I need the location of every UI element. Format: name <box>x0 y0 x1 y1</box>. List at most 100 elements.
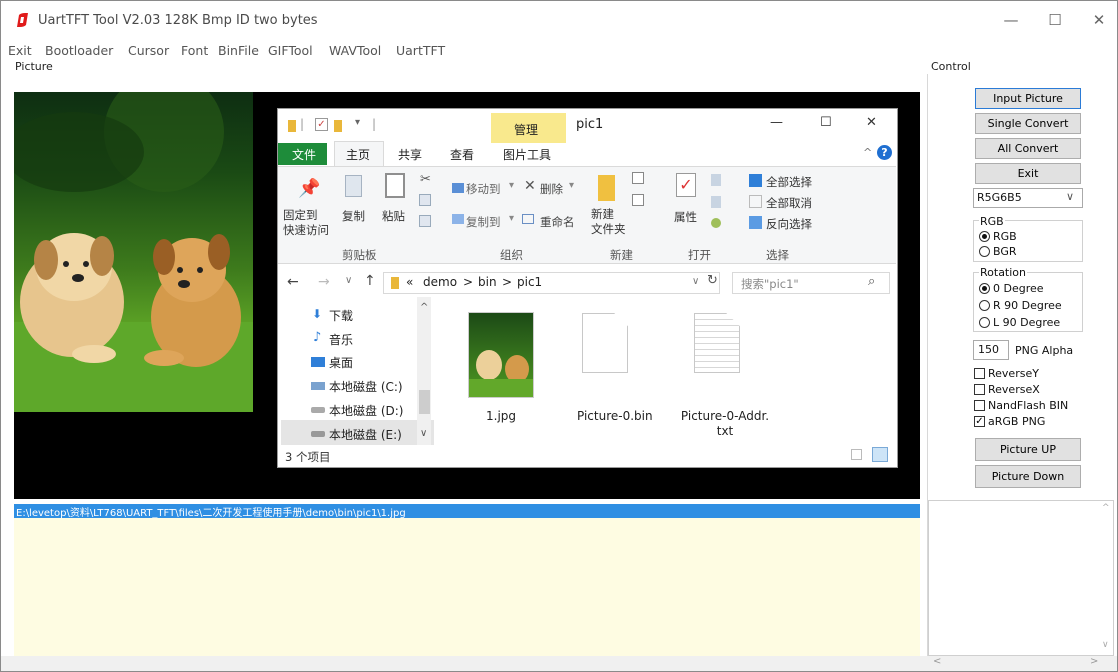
file-name-1jpg[interactable]: 1.jpg <box>486 409 516 423</box>
bgr-radio[interactable] <box>979 246 990 257</box>
chevron-down-icon[interactable]: ∨ <box>1066 190 1074 203</box>
nav-downloads[interactable]: 下载 <box>329 307 353 324</box>
scroll-left-icon[interactable]: < <box>933 656 941 667</box>
reverse-y-checkbox[interactable] <box>974 368 985 379</box>
nav-music[interactable]: 音乐 <box>329 331 353 348</box>
manage-context-tab[interactable]: 管理 <box>514 121 538 138</box>
delete-dropdown-icon[interactable]: ▾ <box>569 180 574 191</box>
rotation-0-label[interactable]: 0 Degree <box>993 282 1044 295</box>
single-convert-button[interactable]: Single Convert <box>975 113 1081 134</box>
address-demo[interactable]: demo <box>423 275 457 289</box>
text-file-icon[interactable] <box>694 313 740 373</box>
rotation-l90-radio[interactable] <box>979 317 990 328</box>
paste-shortcut-icon[interactable] <box>419 215 431 227</box>
menu-uarttft[interactable]: UartTFT <box>396 43 445 58</box>
explorer-minimize-button[interactable]: — <box>770 115 783 130</box>
properties-button[interactable]: 属性 <box>674 209 697 225</box>
copy-path-icon[interactable] <box>419 194 431 206</box>
tab-share[interactable]: 共享 <box>398 146 422 163</box>
menu-font[interactable]: Font <box>181 43 208 58</box>
copy-to-dropdown-icon[interactable]: ▾ <box>509 213 514 224</box>
forward-icon[interactable]: → <box>318 274 330 290</box>
edit-icon[interactable] <box>711 196 721 208</box>
menu-cursor[interactable]: Cursor <box>128 43 169 58</box>
menu-giftool[interactable]: GIFTool <box>268 43 313 58</box>
rotation-0-radio[interactable] <box>979 283 990 294</box>
nav-drive-d[interactable]: 本地磁盘 (D:) <box>329 402 403 419</box>
nav-drive-e[interactable]: 本地磁盘 (E:) <box>329 426 402 443</box>
copy-button[interactable]: 复制 <box>342 208 365 224</box>
picture-down-button[interactable]: Picture Down <box>975 465 1081 488</box>
move-to-dropdown-icon[interactable]: ▾ <box>509 180 514 191</box>
up-icon[interactable]: ↑ <box>364 273 376 289</box>
explorer-close-button[interactable]: ✕ <box>866 115 877 130</box>
scroll-up-icon[interactable]: ^ <box>420 302 428 313</box>
reverse-x-label[interactable]: ReverseX <box>988 383 1040 396</box>
output-scrollbar[interactable] <box>1100 502 1113 654</box>
reverse-x-checkbox[interactable] <box>974 384 985 395</box>
tab-file[interactable]: 文件 <box>292 146 316 163</box>
output-text-box[interactable] <box>928 500 1114 656</box>
jpg-thumbnail-icon[interactable] <box>468 312 534 398</box>
details-view-icon[interactable] <box>851 449 862 460</box>
search-icon[interactable]: ⌕ <box>868 274 875 289</box>
rgb-radio[interactable] <box>979 231 990 242</box>
select-none-button[interactable]: 全部取消 <box>766 195 812 211</box>
nav-scroll-thumb[interactable] <box>419 390 430 414</box>
address-dropdown-icon[interactable]: ∨ <box>692 276 699 287</box>
maximize-button[interactable]: ☐ <box>1040 6 1070 34</box>
menu-bootloader[interactable]: Bootloader <box>45 43 113 58</box>
scroll-down-icon[interactable]: ∨ <box>420 428 427 439</box>
output-scroll-up-icon[interactable]: ^ <box>1102 503 1110 513</box>
nav-drive-c[interactable]: 本地磁盘 (C:) <box>329 378 403 395</box>
address-bin[interactable]: bin <box>478 275 497 289</box>
explorer-maximize-button[interactable]: ☐ <box>820 115 832 130</box>
rotation-r90-label[interactable]: R 90 Degree <box>993 299 1062 312</box>
large-icons-view-icon[interactable] <box>872 447 888 462</box>
select-all-button[interactable]: 全部选择 <box>766 174 812 190</box>
nav-scrollbar[interactable] <box>417 297 431 445</box>
address-overflow[interactable]: « <box>406 275 413 289</box>
invert-selection-button[interactable]: 反向选择 <box>766 216 812 232</box>
tab-picture-tools[interactable]: 图片工具 <box>503 146 551 163</box>
new-folder-button[interactable]: 新建 文件夹 <box>591 207 626 237</box>
argb-png-label[interactable]: aRGB PNG <box>988 415 1045 428</box>
log-list[interactable] <box>14 518 920 656</box>
rgb-radio-label[interactable]: RGB <box>993 230 1017 243</box>
rotation-l90-label[interactable]: L 90 Degree <box>993 316 1060 329</box>
open-icon[interactable] <box>711 174 721 186</box>
close-button[interactable]: ✕ <box>1084 6 1114 34</box>
properties-quick-icon[interactable]: ✓ <box>315 118 328 131</box>
pin-quick-access-button[interactable]: 固定到 快速访问 <box>283 208 329 238</box>
exit-button[interactable]: Exit <box>975 163 1081 184</box>
file-name-txt[interactable]: Picture-0-Addr. txt <box>680 409 770 439</box>
menu-binfile[interactable]: BinFile <box>218 43 259 58</box>
minimize-button[interactable]: — <box>996 6 1026 34</box>
nav-desktop[interactable]: 桌面 <box>329 354 353 371</box>
new-folder-quick-icon[interactable] <box>334 120 342 132</box>
help-icon[interactable]: ? <box>877 145 892 160</box>
nandflash-bin-label[interactable]: NandFlash BIN <box>988 399 1068 412</box>
scroll-right-icon[interactable]: > <box>1090 656 1098 667</box>
bgr-radio-label[interactable]: BGR <box>993 245 1017 258</box>
file-name-bin[interactable]: Picture-0.bin <box>577 409 653 423</box>
output-scroll-down-icon[interactable]: ∨ <box>1102 640 1109 650</box>
refresh-icon[interactable]: ↻ <box>707 273 718 288</box>
input-picture-button[interactable]: Input Picture <box>975 88 1081 109</box>
rename-button[interactable]: 重命名 <box>540 214 575 230</box>
bottom-scrollbar[interactable] <box>1 656 1117 671</box>
picture-up-button[interactable]: Picture UP <box>975 438 1081 461</box>
back-icon[interactable]: ← <box>287 274 299 290</box>
menu-exit[interactable]: Exit <box>8 43 32 58</box>
nandflash-bin-checkbox[interactable] <box>974 400 985 411</box>
history-icon[interactable] <box>711 218 721 228</box>
blank-file-icon[interactable] <box>582 313 628 373</box>
recent-dropdown-icon[interactable]: ∨ <box>345 275 352 286</box>
address-pic1[interactable]: pic1 <box>517 275 542 289</box>
tab-view[interactable]: 查看 <box>450 146 474 163</box>
quick-access-dropdown-icon[interactable]: ▾ <box>355 117 360 128</box>
delete-button[interactable]: 删除 <box>540 181 563 197</box>
move-to-button[interactable]: 移动到 <box>466 181 501 197</box>
paste-button[interactable]: 粘贴 <box>382 208 405 224</box>
easy-access-icon[interactable] <box>632 194 644 206</box>
